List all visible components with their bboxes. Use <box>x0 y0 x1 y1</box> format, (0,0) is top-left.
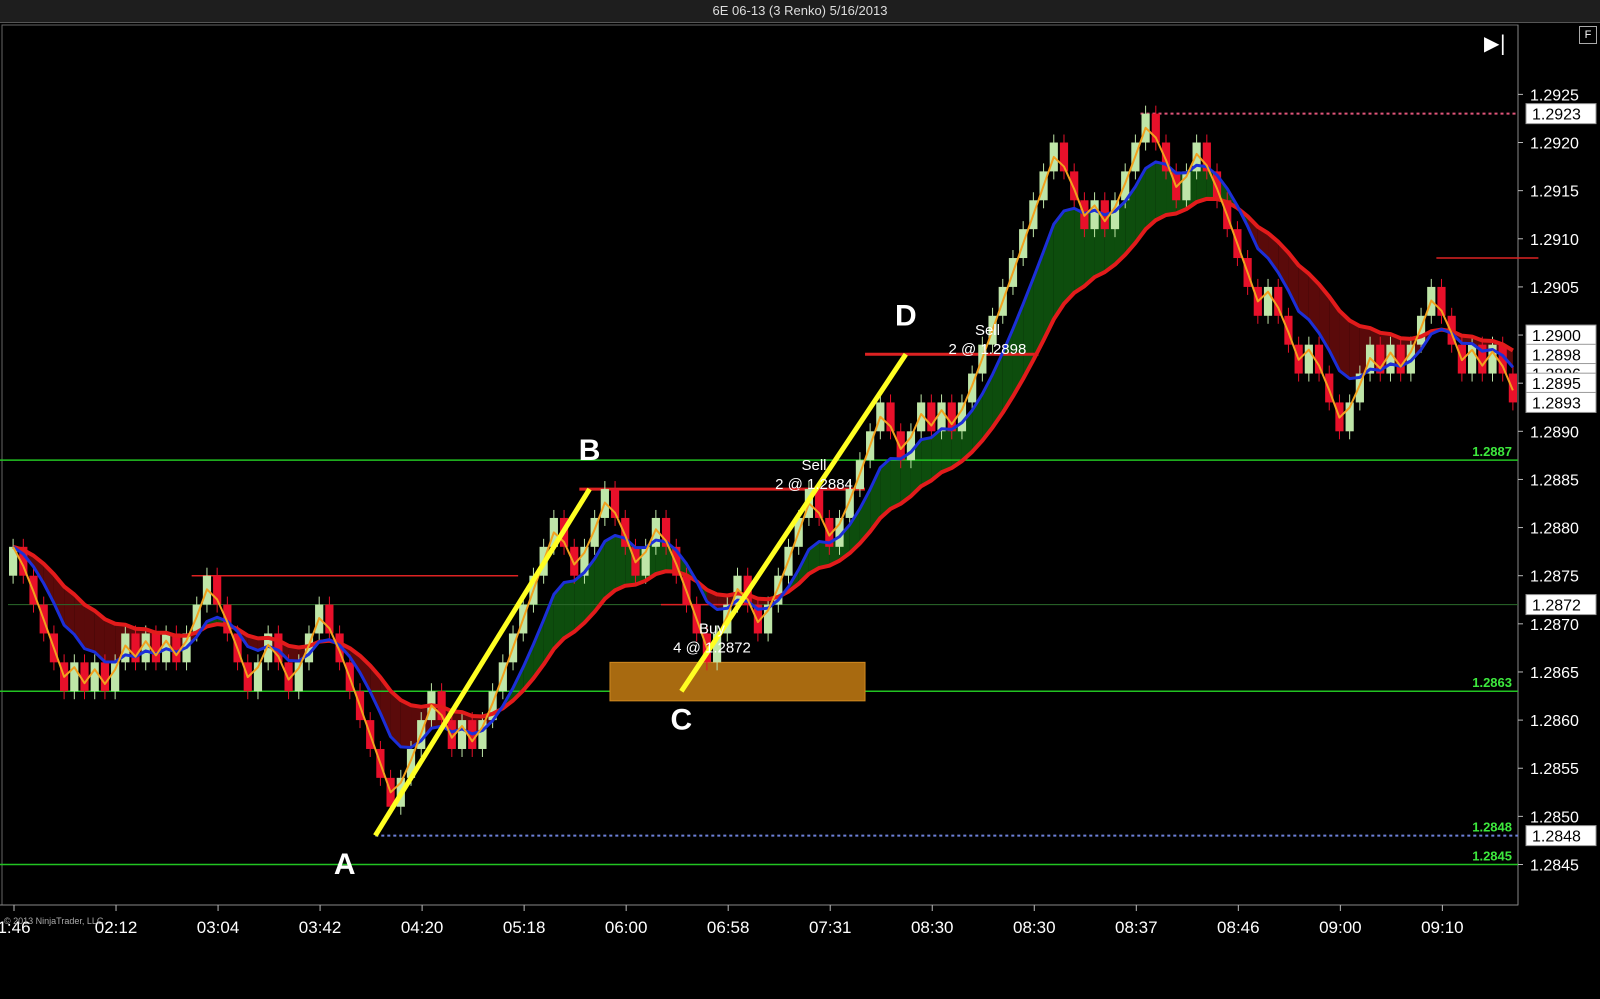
y-tick-label: 1.2870 <box>1530 617 1579 634</box>
annotation-detail: 2 @ 1.2884 <box>775 476 853 493</box>
annotation-label: B <box>579 434 601 467</box>
y-tick-label: 1.2925 <box>1530 87 1579 104</box>
buy-zone-box <box>609 661 866 702</box>
level-value-label: 1.2887 <box>1472 444 1512 459</box>
x-tick-label: 08:37 <box>1115 918 1158 937</box>
annotation-detail: 4 @ 1.2872 <box>673 639 751 656</box>
x-tick-label: 07:31 <box>809 918 852 937</box>
renko-chart[interactable]: A B C D Sell 2 @ 1.2884 Sell 2 @ 1.2898 Buy 4 @ 1… <box>0 23 1600 999</box>
cloud-segment <box>1063 208 1075 304</box>
level-value-label: 1.2845 <box>1472 848 1512 863</box>
cloud-segment <box>941 428 952 473</box>
x-tick-label: 08:30 <box>911 918 954 937</box>
y-tick-label: 1.2890 <box>1530 424 1579 441</box>
annotation-label: Sell <box>802 457 827 474</box>
price-tag-label: 1.2900 <box>1532 328 1581 345</box>
annotation-label: D <box>895 299 917 332</box>
level-value-label: 1.2863 <box>1472 675 1512 690</box>
y-tick-label: 1.2880 <box>1530 521 1579 538</box>
y-tick-label: 1.2845 <box>1530 857 1579 874</box>
price-tag-label: 1.2923 <box>1532 107 1581 124</box>
y-tick-label: 1.2850 <box>1530 809 1579 826</box>
y-tick-label: 1.2865 <box>1530 665 1579 682</box>
cloud-segment <box>890 458 901 509</box>
x-tick-label: 03:42 <box>299 918 342 937</box>
scroll-to-end-button[interactable]: ▶| <box>1482 30 1508 56</box>
f-button[interactable]: F <box>1579 26 1597 44</box>
y-tick-label: 1.2910 <box>1530 232 1579 249</box>
x-tick-label: 05:18 <box>503 918 546 937</box>
y-tick-label: 1.2860 <box>1530 713 1579 730</box>
annotation-label: A <box>334 848 356 881</box>
cloud-segment <box>921 437 932 487</box>
cloud-segment <box>1349 320 1360 379</box>
price-tag-label: 1.2895 <box>1532 376 1581 393</box>
cloud-segment <box>564 580 575 639</box>
x-tick-label: 09:10 <box>1421 918 1464 937</box>
x-tick-label: 06:00 <box>605 918 648 937</box>
x-tick-label: 09:00 <box>1319 918 1362 937</box>
window-title: 6E 06-13 (3 Renko) 5/16/2013 <box>0 0 1600 23</box>
cloud-segment <box>400 700 412 748</box>
x-tick-label: 08:30 <box>1013 918 1056 937</box>
x-tick-label: 06:58 <box>707 918 750 937</box>
plot-border <box>1 24 1519 906</box>
copyright-text: © 2013 NinjaTrader, LLC <box>4 916 104 926</box>
annotation-label: Buy <box>699 620 725 637</box>
y-tick-label: 1.2855 <box>1530 761 1579 778</box>
y-tick-label: 1.2875 <box>1530 569 1579 586</box>
price-tag-label: 1.2872 <box>1532 598 1581 615</box>
y-tick-label: 1.2920 <box>1530 136 1579 153</box>
y-tick-label: 1.2915 <box>1530 184 1579 201</box>
trend-line <box>373 487 592 837</box>
x-tick-label: 03:04 <box>197 918 240 937</box>
level-value-label: 1.2848 <box>1472 820 1512 835</box>
annotation-detail: 2 @ 1.2898 <box>949 341 1027 358</box>
x-tick-label: 04:20 <box>401 918 444 937</box>
price-tag-label: 1.2893 <box>1532 395 1581 412</box>
price-tag-label: 1.2848 <box>1532 829 1581 846</box>
y-tick-label: 1.2905 <box>1530 280 1579 297</box>
y-tick-label: 1.2885 <box>1530 472 1579 489</box>
price-tag-label: 1.2898 <box>1532 347 1581 364</box>
annotation-label: Sell <box>975 322 1000 339</box>
annotation-label: C <box>671 704 693 737</box>
x-tick-label: 08:46 <box>1217 918 1260 937</box>
cloud-segment <box>104 619 116 662</box>
